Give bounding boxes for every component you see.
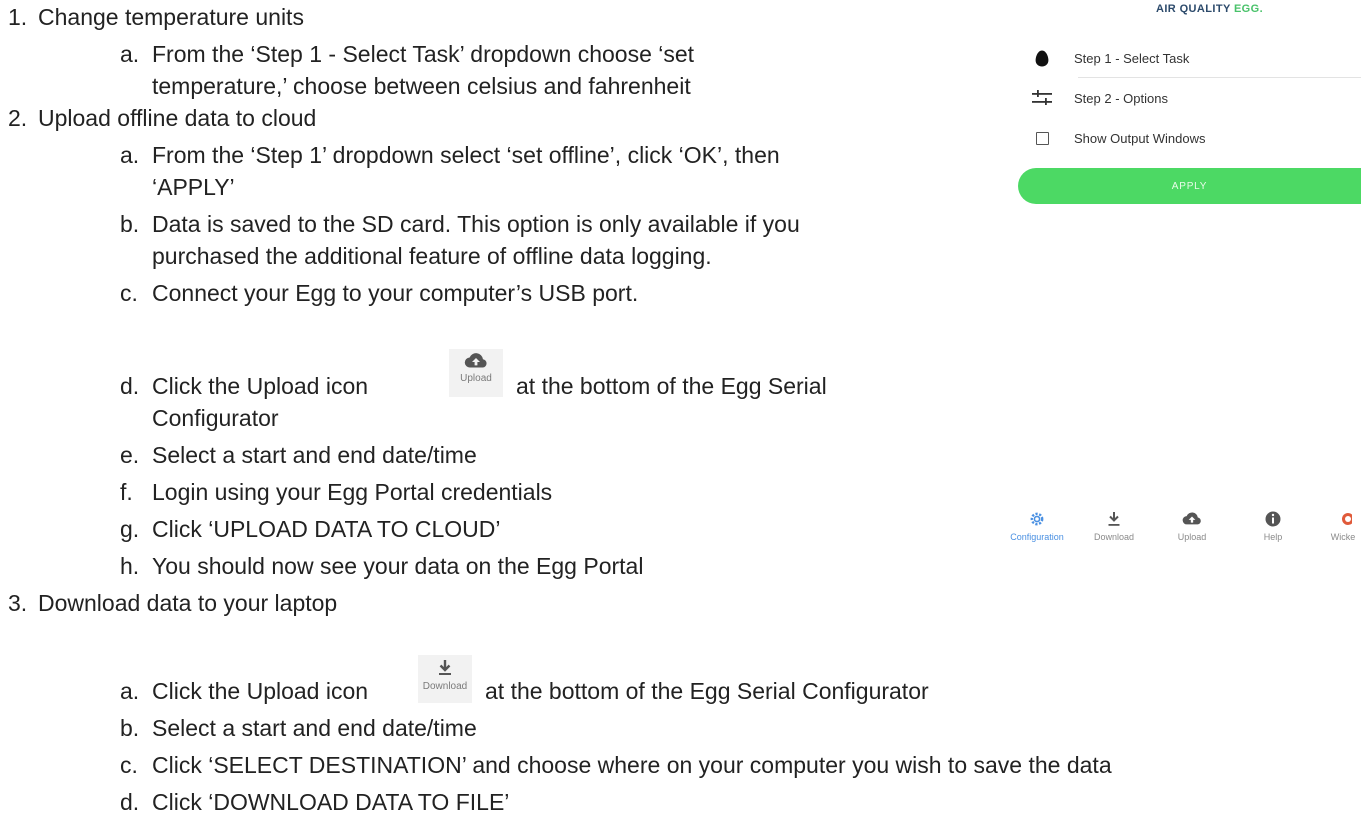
brand-egg-text: EGG	[1233, 3, 1260, 15]
item-text: Click the Upload icon	[152, 373, 369, 399]
tab-upload[interactable]: Upload	[1157, 510, 1227, 542]
app-brand: AIR QUALITY EGG.	[1156, 3, 1263, 15]
download-icon	[439, 660, 451, 675]
item-letter: a.	[120, 142, 140, 168]
item-text: From the ‘Step 1’ dropdown select ‘set o…	[152, 142, 780, 168]
tab-label: Help	[1263, 532, 1283, 542]
item-letter: c.	[120, 752, 138, 778]
item-letter: d.	[120, 373, 140, 399]
item-text: Select a start and end date/time	[152, 442, 477, 468]
item-text: ‘APPLY’	[152, 174, 235, 200]
item-number: 2.	[8, 105, 28, 131]
tab-download[interactable]: Download	[1079, 510, 1149, 542]
gear-icon	[1030, 512, 1044, 526]
tab-wicked[interactable]: Wicke	[1308, 510, 1361, 542]
item-text: From the ‘Step 1 - Select Task’ dropdown…	[152, 41, 695, 67]
egg-icon	[1035, 50, 1049, 66]
tab-help[interactable]: Help	[1238, 510, 1308, 542]
item-text: Click ‘DOWNLOAD DATA TO FILE’	[152, 789, 510, 815]
info-icon	[1265, 511, 1281, 527]
item-letter: g.	[120, 516, 140, 542]
item-letter: c.	[120, 280, 138, 306]
bottom-tab-bar: Configuration Download Upload Help Wicke	[1010, 510, 1361, 562]
cloud-upload-icon	[464, 353, 487, 368]
tab-configuration[interactable]: Configuration	[1002, 510, 1072, 542]
instructions-document: 1. Change temperature units a. From the …	[0, 0, 1112, 829]
item-letter: b.	[120, 211, 140, 237]
item-text: at the bottom of the Egg Serial Configur…	[485, 678, 929, 704]
brand-text: AIR QUALITY	[1156, 3, 1234, 15]
tab-label: Download	[1093, 532, 1135, 542]
item-text: Data is saved to the SD card. This optio…	[152, 211, 800, 237]
item-letter: a.	[120, 41, 140, 67]
item-letter: d.	[120, 789, 140, 815]
inline-icon-label: Upload	[460, 373, 492, 384]
step1-select-task[interactable]: Step 1 - Select Task	[1018, 38, 1361, 78]
apply-button[interactable]: APPLY	[1018, 168, 1361, 204]
item-text: Click ‘SELECT DESTINATION’ and choose wh…	[152, 752, 1112, 778]
item-text: Click the Upload icon	[152, 678, 369, 704]
item-letter: f.	[120, 479, 133, 505]
item-text: Change temperature units	[38, 4, 304, 30]
inline-upload-icon-image: Upload	[449, 349, 503, 397]
brand-dot: .	[1259, 3, 1264, 15]
item-text: Configurator	[152, 405, 279, 431]
item-text: Connect your Egg to your computer’s USB …	[152, 280, 639, 306]
step2-label: Step 2 - Options	[1074, 90, 1168, 106]
item-text: temperature,’ choose between celsius and…	[152, 73, 691, 99]
tab-label: Upload	[1177, 532, 1207, 542]
item-text: Upload offline data to cloud	[38, 105, 317, 131]
item-letter: e.	[120, 442, 140, 468]
cloud-upload-icon	[1182, 512, 1201, 525]
item-letter: a.	[120, 678, 140, 704]
wicked-logo-icon	[1342, 513, 1352, 525]
show-output-checkbox[interactable]	[1035, 131, 1049, 145]
download-icon	[1108, 512, 1120, 526]
item-text: Click ‘UPLOAD DATA TO CLOUD’	[152, 516, 501, 542]
step2-options[interactable]: Step 2 - Options	[1018, 78, 1361, 118]
inline-download-icon-image: Download	[418, 655, 472, 703]
step1-label: Step 1 - Select Task	[1074, 50, 1190, 66]
item-text: You should now see your data on the Egg …	[152, 553, 644, 579]
sliders-icon	[1032, 90, 1052, 105]
egg-configurator-panel: AIR QUALITY EGG. Step 1 - Select Task St…	[1010, 0, 1361, 829]
show-output-windows[interactable]: Show Output Windows	[1018, 118, 1361, 158]
item-text: purchased the additional feature of offl…	[152, 243, 712, 269]
item-text: Login using your Egg Portal credentials	[152, 479, 553, 505]
item-text: Select a start and end date/time	[152, 715, 477, 741]
item-number: 1.	[8, 4, 28, 30]
inline-icon-label: Download	[422, 681, 468, 692]
item-letter: h.	[120, 553, 140, 579]
item-letter: b.	[120, 715, 140, 741]
tab-label: Configuration	[1010, 532, 1064, 542]
item-text: at the bottom of the Egg Serial	[516, 373, 827, 399]
tab-label: Wicke	[1330, 532, 1356, 542]
item-number: 3.	[8, 590, 28, 616]
item-text: Download data to your laptop	[38, 590, 338, 616]
show-output-label: Show Output Windows	[1074, 130, 1206, 146]
